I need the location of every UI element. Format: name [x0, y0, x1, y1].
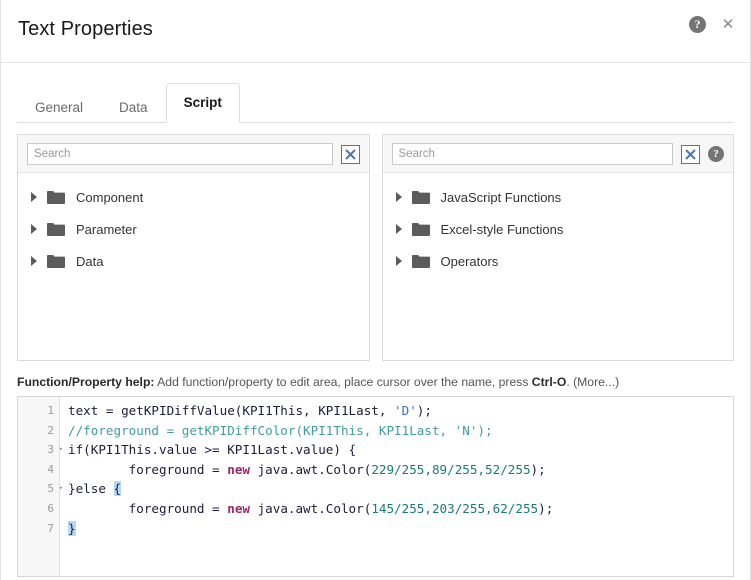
code-token-string: 'D'	[394, 403, 417, 418]
line-number: 3 ▾	[18, 440, 63, 460]
code-token-plain: foreground =	[68, 461, 228, 477]
editor-code-area[interactable]: text = getKPIDiffValue(KPI1This, KPI1Las…	[60, 397, 733, 576]
tree-item-component[interactable]: Component	[18, 181, 369, 213]
function-property-help-line: Function/Property help: Add function/pro…	[17, 375, 734, 389]
code-token-brace: {	[113, 481, 122, 497]
code-token-number: 229/255,89/255,52/255	[371, 461, 531, 477]
function-search-input[interactable]	[391, 143, 673, 165]
help-line-more-link[interactable]: . (More...)	[566, 375, 619, 389]
code-token-keyword: new	[227, 500, 250, 516]
code-line-7[interactable]: }	[68, 519, 733, 539]
chevron-right-icon[interactable]	[395, 256, 409, 266]
line-number: 6	[47, 501, 54, 515]
code-line-6[interactable]: foreground = new java.awt.Color(145/255,…	[68, 499, 733, 519]
tree-item-javascript-functions[interactable]: JavaScript Functions	[383, 181, 734, 213]
chevron-right-icon[interactable]	[30, 192, 44, 202]
close-icon[interactable]: ✕	[720, 16, 736, 33]
property-tree: Component Parameter Data	[18, 173, 369, 277]
line-number: 7	[47, 521, 54, 535]
function-tree-panel: ? JavaScript Functions	[381, 134, 734, 361]
chevron-right-icon[interactable]	[30, 224, 44, 234]
code-token-plain: java.awt.Color(	[249, 461, 372, 477]
line-number: 5 ▾	[18, 479, 63, 499]
line-number: 4	[47, 462, 54, 476]
chevron-right-icon[interactable]	[30, 256, 44, 266]
code-line-4[interactable]: foreground = new java.awt.Color(229/255,…	[68, 460, 733, 480]
tree-item-label: Excel-style Functions	[440, 221, 564, 237]
tree-item-label: JavaScript Functions	[440, 189, 562, 205]
text-properties-dialog: Text Properties ? ✕ General Data Script	[0, 0, 751, 580]
tree-item-label: Parameter	[76, 221, 137, 237]
help-line-text: Add function/property to edit area, plac…	[154, 375, 532, 389]
dialog-titlebar: Text Properties ? ✕	[1, 0, 750, 63]
tree-panels: Component Parameter	[17, 134, 734, 361]
code-token-plain: );	[538, 500, 554, 516]
tree-item-parameter[interactable]: Parameter	[18, 213, 369, 245]
code-token-number: 145/255,203/255,62/255	[371, 500, 539, 516]
folder-icon	[47, 190, 65, 204]
property-tree-panel: Component Parameter	[17, 134, 370, 361]
tree-item-label: Component	[76, 189, 144, 205]
help-line-label: Function/Property help:	[17, 375, 155, 389]
line-number: 1	[47, 404, 54, 417]
code-line-3[interactable]: if(KPI1This.value >= KPI1Last.value) {	[68, 440, 733, 460]
line-number: 2	[47, 423, 54, 437]
folder-icon	[47, 222, 65, 236]
editor-gutter: 1 2 3 ▾ 4 5 ▾ 6 7	[18, 397, 63, 576]
folder-icon	[411, 254, 430, 268]
titlebar-actions: ? ✕	[689, 16, 736, 33]
chevron-right-icon[interactable]	[395, 224, 409, 234]
page-title: Text Properties	[18, 18, 153, 40]
code-token-plain: java.awt.Color(	[249, 500, 372, 516]
tree-item-operators[interactable]: Operators	[383, 245, 734, 277]
tabs: General Data Script	[17, 83, 750, 123]
folder-icon	[47, 254, 65, 268]
code-token-comment: //foreground = getKPIDiffColor(KPI1This,…	[68, 422, 493, 438]
chevron-right-icon[interactable]	[395, 192, 409, 202]
function-search-clear-icon[interactable]	[681, 144, 700, 164]
property-search-clear-icon[interactable]	[340, 144, 360, 164]
function-search-bar: ?	[382, 135, 733, 173]
tabstrip: General Data Script	[1, 83, 750, 123]
code-token-keyword: new	[227, 461, 250, 477]
code-line-5[interactable]: }else {	[68, 479, 733, 499]
code-token-plain: );	[416, 403, 432, 418]
tab-general[interactable]: General	[17, 90, 101, 123]
tab-script[interactable]: Script	[165, 83, 240, 123]
folder-icon	[411, 190, 430, 204]
help-line-shortcut: Ctrl-O	[531, 375, 567, 389]
folder-icon	[411, 222, 430, 236]
code-token-plain: );	[530, 461, 546, 477]
code-token-plain: if(KPI1This.value >= KPI1Last.value) {	[68, 442, 357, 458]
script-editor[interactable]: 1 2 3 ▾ 4 5 ▾ 6 7 text = getKPIDiffValue(K…	[17, 396, 734, 577]
property-search-bar	[18, 135, 369, 173]
code-line-1[interactable]: text = getKPIDiffValue(KPI1This, KPI1Las…	[68, 401, 733, 421]
tree-item-data[interactable]: Data	[18, 245, 369, 277]
code-token-plain: text = getKPIDiffValue(KPI1This, KPI1Las…	[68, 403, 395, 418]
function-help-icon[interactable]: ?	[708, 146, 724, 162]
tree-item-label: Operators	[440, 253, 499, 269]
line-number-label: 5	[47, 482, 54, 496]
line-number-label: 3	[47, 443, 54, 457]
tree-item-excel-style-functions[interactable]: Excel-style Functions	[383, 213, 734, 245]
code-token-plain: foreground =	[68, 500, 228, 516]
fold-toggle-icon[interactable]: ▾	[55, 479, 63, 499]
code-token-brace: }	[68, 520, 76, 536]
property-search-input[interactable]	[27, 143, 333, 165]
code-line-2[interactable]: //foreground = getKPIDiffColor(KPI1This,…	[68, 421, 733, 441]
function-tree: JavaScript Functions Excel-style Functio…	[383, 173, 734, 277]
help-icon[interactable]: ?	[689, 16, 706, 33]
tab-data[interactable]: Data	[101, 90, 166, 123]
tree-item-label: Data	[76, 253, 104, 269]
code-token-plain: }else	[68, 481, 114, 497]
fold-toggle-icon[interactable]: ▾	[55, 440, 63, 460]
